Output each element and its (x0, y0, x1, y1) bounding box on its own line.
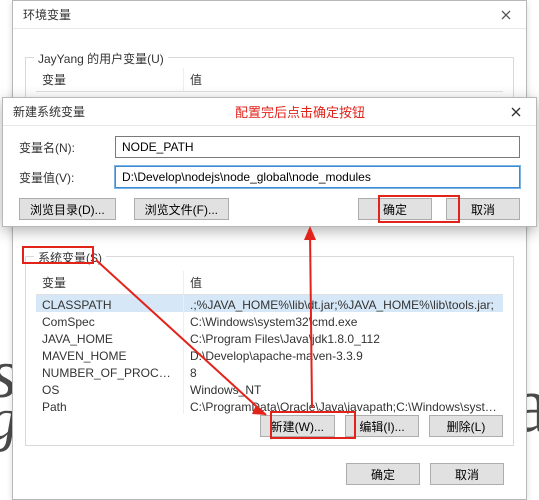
cell-var: OS (36, 380, 184, 397)
cell-val: C:\Program Files\Java\jdk1.8.0_112 (184, 329, 503, 346)
sys-vars-table-body: CLASSPATH.;%JAVA_HOME%\lib\dt.jar;%JAVA_… (36, 295, 503, 414)
sys-vars-table-head: 变量 值 (36, 271, 503, 295)
table-row[interactable]: PathC:\ProgramData\Oracle\Java\javapath;… (36, 397, 503, 414)
env-vars-titlebar: 环境变量 (13, 1, 526, 29)
cell-var: CLASSPATH (36, 295, 184, 312)
user-head-var: 变量 (36, 68, 184, 91)
user-vars-legend: JayYang 的用户变量(U) (34, 50, 168, 67)
user-vars-table-head: 变量 值 (36, 68, 503, 92)
cell-val: D:\Develop\apache-maven-3.3.9 (184, 346, 503, 363)
system-vars-panel: 系统变量(S) 变量 值 CLASSPATH.;%JAVA_HOME%\lib\… (25, 256, 514, 446)
cell-val: Windows_NT (184, 380, 503, 397)
env-vars-window: 环境变量 JayYang 的用户变量(U) 变量 值 系统变量(S) 变量 值 … (12, 0, 527, 500)
env-vars-title: 环境变量 (23, 6, 71, 23)
new-system-variable-dialog: 新建系统变量 配置完后点击确定按钮 变量名(N): 变量值(V): 浏览目录(D… (2, 97, 537, 227)
browse-dir-button[interactable]: 浏览目录(D)... (19, 198, 116, 220)
browse-file-button[interactable]: 浏览文件(F)... (134, 198, 229, 220)
cell-val: C:\Windows\system32\cmd.exe (184, 312, 503, 329)
cell-var: ComSpec (36, 312, 184, 329)
annotation-text: 配置完后点击确定按钮 (235, 102, 365, 121)
table-row[interactable]: CLASSPATH.;%JAVA_HOME%\lib\dt.jar;%JAVA_… (36, 295, 503, 312)
env-ok-button[interactable]: 确定 (346, 463, 420, 485)
dialog-titlebar: 新建系统变量 配置完后点击确定按钮 (3, 98, 536, 126)
table-row[interactable]: OSWindows_NT (36, 380, 503, 397)
cell-var: MAVEN_HOME (36, 346, 184, 363)
cell-val: C:\ProgramData\Oracle\Java\javapath;C:\W… (184, 397, 503, 414)
table-row[interactable]: NUMBER_OF_PROCESSORS8 (36, 363, 503, 380)
env-cancel-button[interactable]: 取消 (430, 463, 504, 485)
sys-edit-button[interactable]: 编辑(I)... (345, 415, 419, 437)
sys-head-val: 值 (184, 271, 503, 294)
system-vars-legend: 系统变量(S) (34, 249, 106, 266)
dialog-ok-button[interactable]: 确定 (358, 198, 432, 220)
dialog-close-button[interactable] (496, 98, 536, 126)
table-row[interactable]: ComSpecC:\Windows\system32\cmd.exe (36, 312, 503, 329)
cell-var: NUMBER_OF_PROCESSORS (36, 363, 184, 380)
sys-delete-button[interactable]: 删除(L) (429, 415, 503, 437)
dialog-title: 新建系统变量 (13, 103, 85, 120)
var-value-label: 变量值(V): (19, 169, 115, 186)
var-value-input[interactable] (115, 166, 520, 188)
table-row[interactable]: MAVEN_HOMED:\Develop\apache-maven-3.3.9 (36, 346, 503, 363)
cell-val: 8 (184, 363, 503, 380)
cell-var: Path (36, 397, 184, 414)
cell-val: .;%JAVA_HOME%\lib\dt.jar;%JAVA_HOME%\lib… (184, 295, 503, 312)
env-vars-close-button[interactable] (486, 1, 526, 29)
table-row[interactable]: JAVA_HOMEC:\Program Files\Java\jdk1.8.0_… (36, 329, 503, 346)
var-name-label: 变量名(N): (19, 139, 115, 156)
dialog-cancel-button[interactable]: 取消 (446, 198, 520, 220)
sys-head-var: 变量 (36, 271, 184, 294)
cell-var: JAVA_HOME (36, 329, 184, 346)
sys-new-button[interactable]: 新建(W)... (260, 415, 335, 437)
var-name-input[interactable] (115, 136, 520, 158)
user-head-val: 值 (184, 68, 503, 91)
